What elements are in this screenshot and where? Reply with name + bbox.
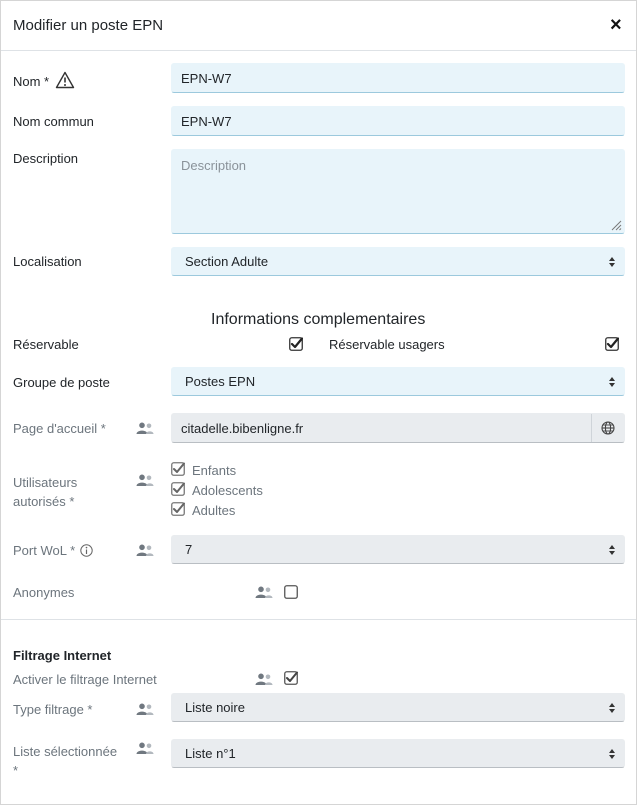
- globe-icon: [601, 421, 615, 435]
- activer-filtrage-checkbox[interactable]: [284, 671, 298, 685]
- type-filtrage-select[interactable]: Liste noire: [171, 693, 625, 722]
- reservable-usagers-label: Réservable usagers: [329, 337, 445, 352]
- nom-commun-value: EPN-W7: [181, 113, 232, 129]
- liste-label: Liste sélectionnée *: [13, 744, 118, 778]
- nom-commun-input[interactable]: EPN-W7: [171, 106, 625, 136]
- info-icon[interactable]: [80, 544, 93, 557]
- description-label: Description: [13, 151, 79, 166]
- description-placeholder: Description: [181, 158, 247, 173]
- utilisateurs-label: Utilisateurs autorisés *: [13, 475, 78, 509]
- nom-commun-label: Nom commun: [13, 114, 94, 129]
- users-icon: [136, 703, 154, 715]
- liste-select[interactable]: Liste n°1: [171, 739, 625, 768]
- localisation-label: Localisation: [13, 254, 82, 269]
- liste-value: Liste n°1: [185, 746, 236, 761]
- page-accueil-value: citadelle.bibenligne.fr: [181, 420, 304, 436]
- anonymes-checkbox[interactable]: [284, 585, 298, 599]
- localisation-select[interactable]: Section Adulte: [171, 247, 625, 276]
- close-icon[interactable]: ×: [610, 14, 622, 36]
- info-section-title: Informations complementaires: [211, 311, 426, 328]
- localisation-value: Section Adulte: [185, 254, 269, 269]
- users-icon: [136, 742, 154, 754]
- nom-value: EPN-W7: [181, 70, 232, 86]
- nom-input[interactable]: EPN-W7: [171, 63, 625, 93]
- section-divider: [1, 619, 636, 620]
- select-arrows-icon: [609, 256, 615, 267]
- anonymes-label: Anonymes: [13, 585, 75, 600]
- enfants-label: Enfants: [192, 463, 237, 478]
- globe-button[interactable]: [591, 414, 624, 442]
- description-textarea[interactable]: Description: [171, 149, 625, 234]
- reservable-checkbox[interactable]: [289, 337, 303, 351]
- groupe-label: Groupe de poste: [13, 375, 110, 390]
- warning-icon: [55, 71, 74, 89]
- filtrage-title: Filtrage Internet: [13, 648, 112, 663]
- select-arrows-icon: [609, 748, 615, 759]
- port-wol-label: Port WoL *: [13, 543, 93, 558]
- groupe-value: Postes EPN: [185, 374, 256, 389]
- enfants-checkbox[interactable]: [171, 462, 185, 476]
- resize-handle-icon[interactable]: [610, 219, 622, 231]
- header-divider: [1, 50, 636, 51]
- type-filtrage-label: Type filtrage *: [13, 702, 93, 717]
- users-icon: [136, 544, 154, 556]
- nom-label: Nom *: [13, 71, 75, 89]
- page-accueil-label: Page d'accueil *: [13, 421, 106, 436]
- groupe-select[interactable]: Postes EPN: [171, 367, 625, 396]
- reservable-label: Réservable: [13, 337, 79, 352]
- adultes-checkbox[interactable]: [171, 502, 185, 516]
- port-wol-value: 7: [185, 542, 193, 557]
- page-accueil-input[interactable]: citadelle.bibenligne.fr: [171, 413, 625, 443]
- adolescents-label: Adolescents: [192, 483, 263, 498]
- modal-title: Modifier un poste EPN: [13, 17, 164, 34]
- select-arrows-icon: [609, 544, 615, 555]
- users-icon: [136, 422, 154, 434]
- users-icon: [255, 586, 273, 598]
- users-icon: [255, 673, 273, 685]
- port-wol-select[interactable]: 7: [171, 535, 625, 564]
- type-filtrage-value: Liste noire: [185, 700, 245, 715]
- select-arrows-icon: [609, 702, 615, 713]
- adolescents-checkbox[interactable]: [171, 482, 185, 496]
- reservable-usagers-checkbox[interactable]: [605, 337, 619, 351]
- select-arrows-icon: [609, 376, 615, 387]
- adultes-label: Adultes: [192, 503, 236, 518]
- users-icon: [136, 474, 154, 486]
- activer-filtrage-label: Activer le filtrage Internet: [13, 672, 157, 687]
